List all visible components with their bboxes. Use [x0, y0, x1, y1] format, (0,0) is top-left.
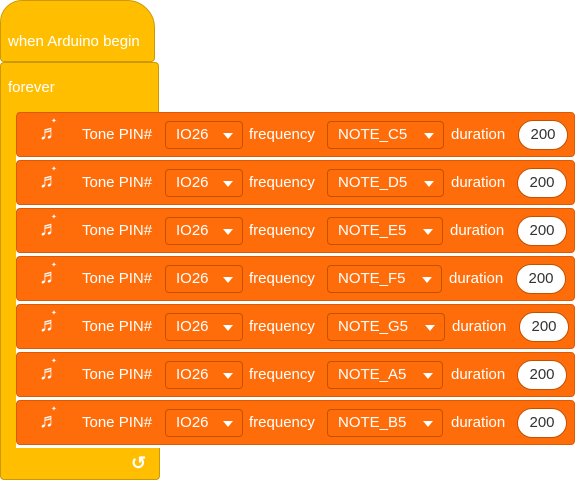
duration-label: duration — [450, 222, 505, 239]
duration-label: duration — [452, 318, 507, 335]
pin-value: IO26 — [176, 366, 209, 383]
frequency-label: frequency — [249, 126, 315, 143]
tone-pin-label: Tone PIN# — [82, 222, 153, 239]
tone-pin-label: Tone PIN# — [82, 126, 153, 143]
note-dropdown[interactable]: NOTE_C5 — [327, 121, 444, 149]
note-dropdown[interactable]: NOTE_D5 — [327, 169, 444, 197]
music-note-icon: ♬ — [39, 122, 59, 144]
duration-input[interactable]: 200 — [518, 120, 568, 150]
dropdown-caret-icon — [424, 181, 434, 187]
dropdown-caret-icon — [423, 229, 433, 235]
pin-value: IO26 — [176, 318, 209, 335]
tone-block[interactable]: ✦ ♬ Tone PIN# IO26 frequency NOTE_F5 dur… — [16, 256, 575, 301]
music-note-icon: ♬ — [39, 266, 59, 288]
duration-label: duration — [451, 126, 506, 143]
note-dropdown[interactable]: NOTE_B5 — [327, 409, 443, 437]
tone-block[interactable]: ✦ ♬ Tone PIN# IO26 frequency NOTE_E5 dur… — [16, 208, 575, 253]
note-dropdown[interactable]: NOTE_G5 — [327, 313, 445, 341]
dropdown-caret-icon — [423, 373, 433, 379]
tone-pin-label: Tone PIN# — [82, 270, 153, 287]
when-arduino-begin-block[interactable] — [0, 0, 155, 62]
dropdown-caret-icon — [223, 373, 233, 379]
note-value: NOTE_C5 — [338, 126, 408, 143]
duration-input[interactable]: 200 — [517, 408, 567, 438]
pin-dropdown[interactable]: IO26 — [165, 217, 243, 245]
dropdown-caret-icon — [223, 181, 233, 187]
frequency-label: frequency — [249, 174, 315, 191]
note-dropdown[interactable]: NOTE_E5 — [327, 217, 443, 245]
dropdown-caret-icon — [422, 277, 432, 283]
dropdown-caret-icon — [223, 277, 233, 283]
duration-label: duration — [449, 270, 504, 287]
music-note-icon: ♬ — [39, 314, 59, 336]
dropdown-caret-icon — [423, 421, 433, 427]
duration-label: duration — [451, 414, 506, 431]
frequency-label: frequency — [249, 414, 315, 431]
pin-dropdown[interactable]: IO26 — [165, 121, 243, 149]
dropdown-caret-icon — [223, 325, 233, 331]
duration-input[interactable]: 200 — [517, 216, 567, 246]
pin-dropdown[interactable]: IO26 — [165, 313, 243, 341]
note-value: NOTE_G5 — [338, 318, 409, 335]
duration-input[interactable]: 200 — [516, 264, 566, 294]
forever-label: forever — [8, 79, 55, 96]
pin-value: IO26 — [176, 174, 209, 191]
note-value: NOTE_F5 — [338, 270, 406, 287]
tone-block[interactable]: ✦ ♬ Tone PIN# IO26 frequency NOTE_G5 dur… — [16, 304, 575, 349]
note-value: NOTE_D5 — [338, 174, 408, 191]
duration-label: duration — [451, 366, 506, 383]
dropdown-caret-icon — [223, 229, 233, 235]
hat-block-label: when Arduino begin — [8, 33, 140, 50]
frequency-label: frequency — [249, 222, 315, 239]
note-value: NOTE_B5 — [338, 414, 407, 431]
dropdown-caret-icon — [223, 133, 233, 139]
tone-block[interactable]: ✦ ♬ Tone PIN# IO26 frequency NOTE_B5 dur… — [16, 400, 575, 445]
dropdown-caret-icon — [425, 325, 435, 331]
pin-dropdown[interactable]: IO26 — [165, 265, 243, 293]
music-note-icon: ♬ — [39, 218, 59, 240]
duration-label: duration — [451, 174, 506, 191]
pin-dropdown[interactable]: IO26 — [165, 169, 243, 197]
frequency-label: frequency — [249, 318, 315, 335]
pin-value: IO26 — [176, 222, 209, 239]
tone-pin-label: Tone PIN# — [82, 414, 153, 431]
dropdown-caret-icon — [424, 133, 434, 139]
music-note-icon: ♬ — [39, 362, 59, 384]
pin-dropdown[interactable]: IO26 — [165, 361, 243, 389]
note-value: NOTE_E5 — [338, 222, 407, 239]
forever-block-arm — [0, 113, 16, 449]
tone-block[interactable]: ✦ ♬ Tone PIN# IO26 frequency NOTE_C5 dur… — [16, 112, 575, 157]
duration-input[interactable]: 200 — [517, 360, 567, 390]
pin-value: IO26 — [176, 270, 209, 287]
pin-value: IO26 — [176, 414, 209, 431]
dropdown-caret-icon — [223, 421, 233, 427]
tone-block[interactable]: ✦ ♬ Tone PIN# IO26 frequency NOTE_D5 dur… — [16, 160, 575, 205]
music-note-icon: ♬ — [39, 170, 59, 192]
tone-pin-label: Tone PIN# — [82, 174, 153, 191]
loop-arrow-icon: ↺ — [131, 453, 147, 473]
frequency-label: frequency — [249, 366, 315, 383]
duration-input[interactable]: 200 — [519, 312, 569, 342]
note-dropdown[interactable]: NOTE_F5 — [327, 265, 442, 293]
note-dropdown[interactable]: NOTE_A5 — [327, 361, 443, 389]
duration-input[interactable]: 200 — [517, 168, 567, 198]
music-note-icon: ♬ — [39, 410, 59, 432]
note-value: NOTE_A5 — [338, 366, 407, 383]
pin-value: IO26 — [176, 126, 209, 143]
tone-block[interactable]: ✦ ♬ Tone PIN# IO26 frequency NOTE_A5 dur… — [16, 352, 575, 397]
tone-pin-label: Tone PIN# — [82, 318, 153, 335]
pin-dropdown[interactable]: IO26 — [165, 409, 243, 437]
tone-pin-label: Tone PIN# — [82, 366, 153, 383]
frequency-label: frequency — [249, 270, 315, 287]
